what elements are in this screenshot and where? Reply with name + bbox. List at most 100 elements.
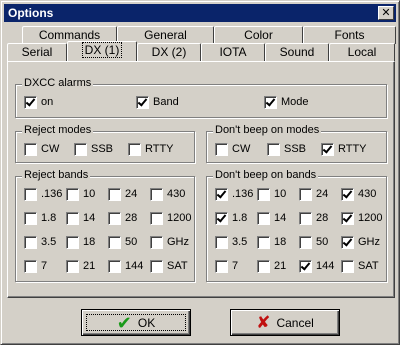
beep-band-checkbox[interactable]: 28	[299, 211, 328, 225]
dxcc-alarms-group: DXCC alarms on Band Mode	[15, 77, 387, 118]
beep-band-checkbox[interactable]: .136	[215, 187, 253, 201]
reject-band-checkbox[interactable]: 1.8	[24, 211, 56, 225]
reject-band-checkbox[interactable]: 18	[66, 235, 95, 249]
checkbox-box	[299, 235, 312, 249]
checkbox-box	[215, 259, 228, 273]
reject-band-checkbox[interactable]: 10	[66, 187, 95, 201]
checkbox-box	[24, 187, 37, 201]
beep-band-checkbox[interactable]: 50	[299, 235, 328, 249]
checkbox-box	[150, 187, 163, 201]
tab-dx1[interactable]: DX (1)	[67, 41, 137, 61]
checkbox-box	[321, 142, 334, 156]
reject-band-checkbox[interactable]: 7	[24, 259, 47, 273]
window-title: Options	[8, 6, 54, 20]
checkbox-box	[66, 187, 79, 201]
tab-fonts[interactable]: Fonts	[303, 26, 396, 44]
checkbox-box	[24, 235, 37, 249]
dxcc-mode-checkbox[interactable]: Mode	[264, 95, 309, 109]
reject-band-checkbox[interactable]: 21	[66, 259, 95, 273]
beep-band-checkbox[interactable]: 144	[299, 259, 334, 273]
reject-band-checkbox[interactable]: 50	[108, 235, 137, 249]
checkbox-box	[24, 211, 37, 225]
checkbox-box	[215, 235, 228, 249]
tab-dx2[interactable]: DX (2)	[137, 43, 201, 61]
beep-band-checkbox[interactable]: 21	[257, 259, 286, 273]
reject-mode-rtty-checkbox[interactable]: RTTY	[128, 142, 174, 156]
red-x-icon: ✘	[256, 313, 271, 332]
checkbox-box	[24, 259, 37, 273]
dxcc-alarms-label: DXCC alarms	[22, 77, 94, 89]
tab-local[interactable]: Local	[329, 43, 395, 61]
reject-bands-label: Reject bands	[22, 169, 91, 181]
checkbox-box	[24, 142, 37, 156]
beep-band-checkbox[interactable]: 430	[341, 187, 376, 201]
dxcc-band-checkbox[interactable]: Band	[136, 95, 179, 109]
beep-band-checkbox[interactable]: 1200	[341, 211, 382, 225]
checkbox-box	[341, 211, 354, 225]
beep-band-checkbox[interactable]: 1.8	[215, 211, 247, 225]
reject-band-checkbox[interactable]: GHz	[150, 235, 189, 249]
checkbox-box	[128, 142, 141, 156]
tab-iota[interactable]: IOTA	[201, 43, 265, 61]
reject-band-checkbox[interactable]: SAT	[150, 259, 188, 273]
beep-band-checkbox[interactable]: GHz	[341, 235, 380, 249]
checkbox-box	[215, 187, 228, 201]
beep-band-checkbox[interactable]: 24	[299, 187, 328, 201]
reject-band-checkbox[interactable]: 28	[108, 211, 137, 225]
reject-band-checkbox[interactable]: 3.5	[24, 235, 56, 249]
dont-beep-bands-group: Don't beep on bands .136 10 24 430 1.8 14 28 12…	[206, 169, 387, 282]
checkbox-box	[299, 259, 312, 273]
reject-band-checkbox[interactable]: 24	[108, 187, 137, 201]
beep-band-checkbox[interactable]: 3.5	[215, 235, 247, 249]
reject-mode-cw-checkbox[interactable]: CW	[24, 142, 59, 156]
beep-mode-ssb-checkbox[interactable]: SSB	[267, 142, 306, 156]
checkbox-box	[215, 142, 228, 156]
checkbox-box	[74, 142, 87, 156]
beep-band-checkbox[interactable]: 18	[257, 235, 286, 249]
beep-band-checkbox[interactable]: 7	[215, 259, 238, 273]
checkbox-box	[136, 95, 149, 109]
checkbox-box	[108, 211, 121, 225]
beep-mode-cw-checkbox[interactable]: CW	[215, 142, 250, 156]
options-window: Options ✕ Commands General Color Fonts S…	[0, 0, 400, 345]
beep-band-checkbox[interactable]: 10	[257, 187, 286, 201]
beep-mode-rtty-checkbox[interactable]: RTTY	[321, 142, 367, 156]
reject-band-checkbox[interactable]: 144	[108, 259, 143, 273]
checkbox-box	[341, 259, 354, 273]
checkbox-box	[150, 235, 163, 249]
reject-bands-group: Reject bands .136 10 24 430 1.8 14 28 1200 3.5 18…	[15, 169, 195, 282]
checkbox-box	[257, 211, 270, 225]
reject-mode-ssb-checkbox[interactable]: SSB	[74, 142, 113, 156]
reject-band-checkbox[interactable]: 1200	[150, 211, 191, 225]
dont-beep-modes-label: Don't beep on modes	[213, 124, 322, 136]
checkbox-box	[108, 187, 121, 201]
cancel-button[interactable]: ✘ Cancel	[230, 309, 340, 336]
checkbox-box	[108, 259, 121, 273]
ok-button[interactable]: ✔ OK	[81, 309, 191, 336]
reject-modes-group: Reject modes CW SSB RTTY	[15, 124, 195, 163]
reject-band-checkbox[interactable]: 430	[150, 187, 185, 201]
close-button[interactable]: ✕	[378, 6, 394, 20]
checkbox-box	[108, 235, 121, 249]
dxcc-on-checkbox[interactable]: on	[24, 95, 53, 109]
title-bar[interactable]: Options ✕	[4, 4, 396, 22]
tab-color[interactable]: Color	[214, 26, 303, 44]
checkbox-box	[341, 235, 354, 249]
checkbox-box	[257, 187, 270, 201]
checkbox-box	[215, 211, 228, 225]
checkbox-box	[150, 211, 163, 225]
checkbox-box	[257, 235, 270, 249]
checkbox-box	[264, 95, 277, 109]
reject-band-checkbox[interactable]: .136	[24, 187, 62, 201]
reject-modes-label: Reject modes	[22, 124, 94, 136]
beep-band-checkbox[interactable]: 14	[257, 211, 286, 225]
reject-band-checkbox[interactable]: 14	[66, 211, 95, 225]
checkbox-box	[66, 211, 79, 225]
checkbox-box	[299, 211, 312, 225]
tab-serial[interactable]: Serial	[7, 43, 67, 61]
dont-beep-bands-label: Don't beep on bands	[213, 169, 319, 181]
beep-band-checkbox[interactable]: SAT	[341, 259, 379, 273]
dont-beep-modes-group: Don't beep on modes CW SSB RTTY	[206, 124, 387, 163]
tab-sound[interactable]: Sound	[265, 43, 329, 61]
checkbox-box	[66, 259, 79, 273]
